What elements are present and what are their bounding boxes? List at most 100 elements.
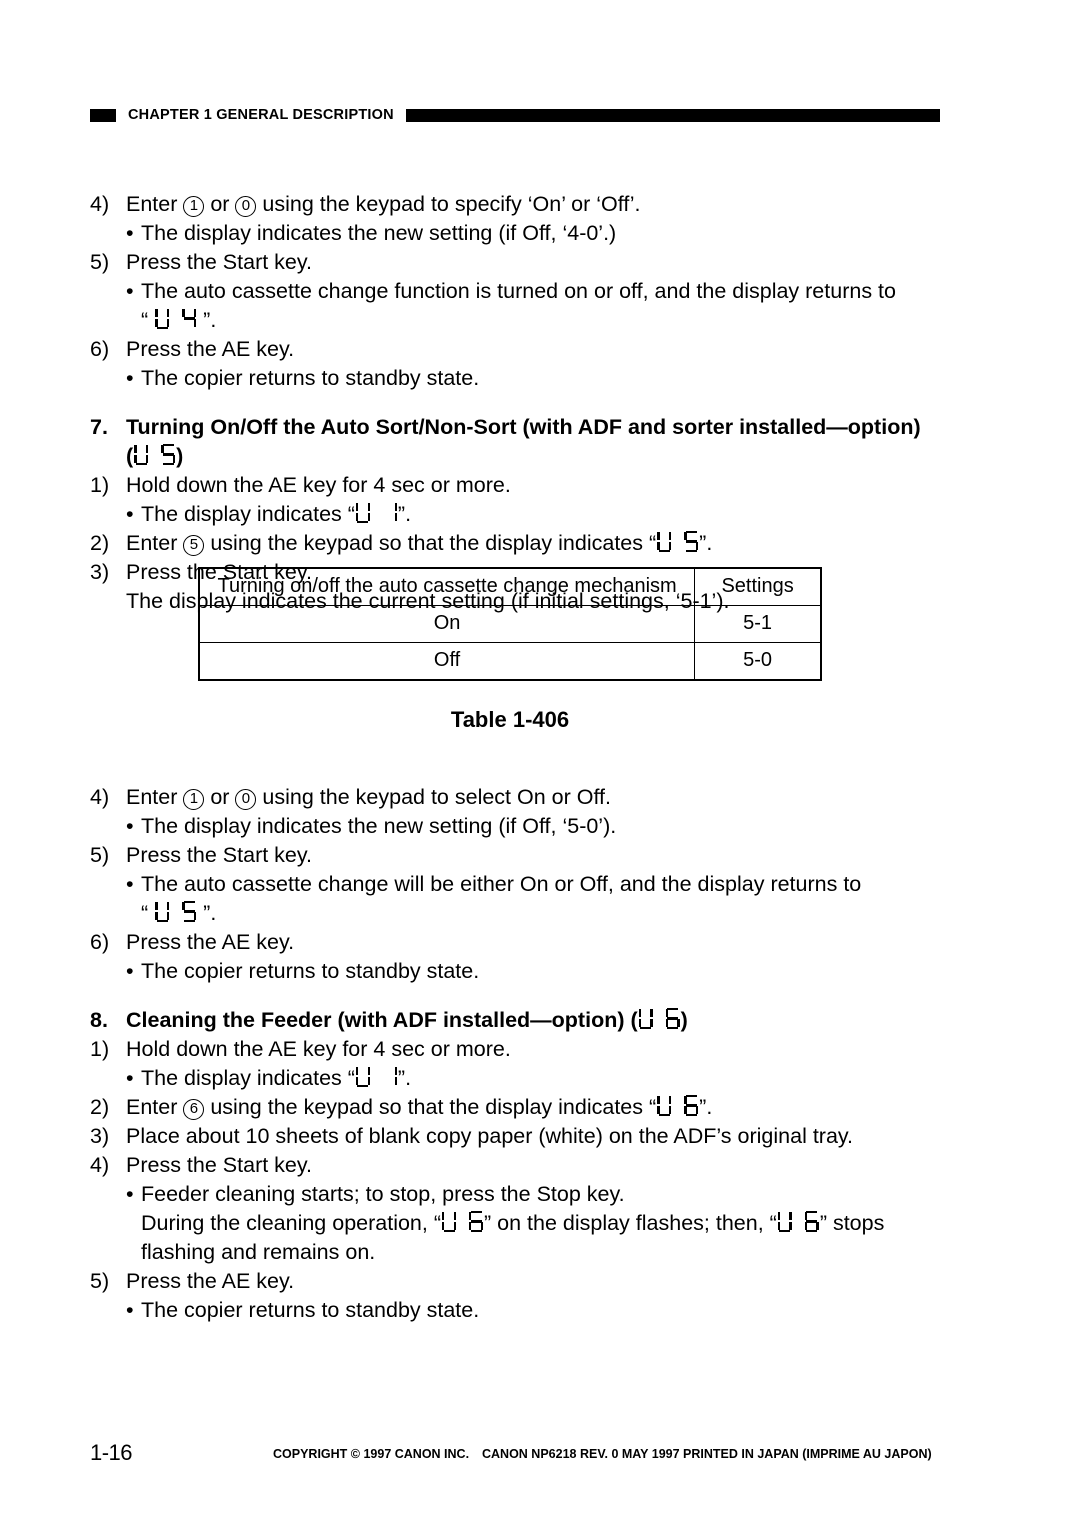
seven-segment-char-U xyxy=(134,444,149,465)
step-number: 1) xyxy=(90,473,110,497)
bullet-text-part: The display indicates “ xyxy=(141,1066,355,1090)
seven-segment-char-U xyxy=(155,308,170,329)
seven-segment-char-5 xyxy=(182,901,197,922)
step-number: 5) xyxy=(90,843,110,867)
bullet-dot-icon: • xyxy=(126,959,134,983)
settings-table: Turning on/off the auto cassette change … xyxy=(198,567,822,681)
step-text: Hold down the AE key for 4 sec or more. xyxy=(126,473,511,497)
section-7-code-line: () xyxy=(126,442,952,471)
table-cell-state: On xyxy=(198,605,696,643)
seven-segment-char-U xyxy=(355,1066,370,1087)
paren-close: ) xyxy=(680,1008,688,1032)
step-text: Press the Start key. xyxy=(126,1153,313,1177)
seven-segment-char-6 xyxy=(684,1095,699,1116)
body-block-upper: 4) Enter 1 or 0 using the keypad to spec… xyxy=(90,190,952,616)
step-text-part: Enter xyxy=(126,531,184,555)
step-text-part: ”. xyxy=(699,531,713,555)
table-cell-setting: 5-0 xyxy=(694,642,822,681)
seven-segment-char-U xyxy=(777,1211,792,1232)
section-title-part: Cleaning the Feeder (with ADF installed—… xyxy=(126,1008,638,1032)
step-continuation-text: During the cleaning operation, “ ” on the… xyxy=(141,1209,952,1238)
table-header-row: Turning on/off the auto cassette change … xyxy=(198,567,822,606)
bullet-dot-icon: • xyxy=(126,221,134,245)
header-square-marker-icon xyxy=(90,108,116,122)
circled-digit-1: 1 xyxy=(183,196,205,217)
seven-segment-display xyxy=(355,1064,398,1093)
step-item: 2) Enter 6 using the keypad so that the … xyxy=(90,1093,952,1122)
step-text-part: Enter xyxy=(126,192,184,216)
seven-segment-char-4 xyxy=(182,308,197,329)
bullet-text: The display indicates “ ”. xyxy=(141,500,952,529)
paren-close: ) xyxy=(176,444,184,468)
table-column-header-settings: Settings xyxy=(694,567,822,606)
page-footer: 1-16 COPYRIGHT © 1997 CANON INC. CANON N… xyxy=(90,1440,952,1465)
step-text: Enter 1 or 0 using the keypad to specify… xyxy=(126,190,952,219)
step-item: 6) Press the AE key. xyxy=(90,928,952,957)
step-text: Enter 6 using the keypad so that the dis… xyxy=(126,1093,952,1122)
continuation-part: ” stops xyxy=(819,1211,885,1235)
step-text-part: or xyxy=(204,785,236,809)
step-item: 1) Hold down the AE key for 4 sec or mor… xyxy=(90,471,952,500)
step-number: 5) xyxy=(90,1269,110,1293)
seven-segment-char-5 xyxy=(684,531,699,552)
step-text-part: using the keypad so that the display ind… xyxy=(204,531,657,555)
table-cell-state: Off xyxy=(198,642,696,681)
step-text-part: or xyxy=(204,192,236,216)
step-text: Press the AE key. xyxy=(126,930,295,954)
seven-segment-char-6 xyxy=(469,1211,483,1232)
seven-segment-char-U xyxy=(155,901,170,922)
section-8-heading: 8. Cleaning the Feeder (with ADF install… xyxy=(90,1006,952,1035)
step-number: 4) xyxy=(90,785,110,809)
step-item: 5) Press the Start key. xyxy=(90,248,952,277)
bullet-text: The copier returns to standby state. xyxy=(141,1298,480,1322)
bullet-text: The display indicates the new setting (i… xyxy=(141,221,617,245)
seven-segment-char-6 xyxy=(804,1211,819,1232)
copyright-notice: COPYRIGHT © 1997 CANON INC. xyxy=(273,1447,470,1461)
circled-digit-5: 5 xyxy=(183,535,205,556)
bullet-dot-icon: • xyxy=(126,502,134,526)
section-title: Cleaning the Feeder (with ADF installed—… xyxy=(126,1006,952,1035)
bullet-dot-icon: • xyxy=(126,1066,134,1090)
section-7-heading: 7. Turning On/Off the Auto Sort/Non-Sort… xyxy=(90,413,952,442)
seven-segment-char-U xyxy=(355,502,370,523)
step-item: 4) Enter 1 or 0 using the keypad to spec… xyxy=(90,190,952,219)
bullet-text: The auto cassette change will be either … xyxy=(141,872,862,896)
open-quote: “ xyxy=(141,901,149,925)
open-quote: “ xyxy=(141,308,149,332)
seven-segment-char-1 xyxy=(383,502,397,523)
bullet-item: • The auto cassette change will be eithe… xyxy=(126,870,952,899)
seven-segment-char-U xyxy=(442,1211,456,1232)
bullet-dot-icon: • xyxy=(126,1182,134,1206)
step-number: 1) xyxy=(90,1037,110,1061)
seven-segment-display xyxy=(133,442,176,471)
seven-segment-display xyxy=(656,1093,699,1122)
period: . xyxy=(210,901,217,925)
header-rule xyxy=(405,108,940,122)
step-item: 3) Place about 10 sheets of blank copy p… xyxy=(90,1122,952,1151)
step-item: 4) Press the Start key. xyxy=(90,1151,952,1180)
step-text: Press the Start key. xyxy=(126,250,313,274)
step-text-part: Enter xyxy=(126,1095,184,1119)
display-code-line: “ ”. xyxy=(141,899,952,928)
section-number: 7. xyxy=(90,415,108,439)
seven-segment-display xyxy=(355,500,398,529)
seven-segment-display xyxy=(777,1209,820,1238)
table-1-406: Turning on/off the auto cassette change … xyxy=(198,567,822,681)
section-number: 8. xyxy=(90,1008,108,1032)
bullet-item: • The display indicates the new setting … xyxy=(126,219,952,248)
table-row: On 5-1 xyxy=(198,605,822,643)
bullet-item: • The auto cassette change function is t… xyxy=(126,277,952,306)
seven-segment-display xyxy=(656,529,699,558)
step-text: Press the AE key. xyxy=(126,337,295,361)
step-item: 5) Press the Start key. xyxy=(90,841,952,870)
bullet-dot-icon: • xyxy=(126,872,134,896)
seven-segment-char-U xyxy=(657,531,672,552)
circled-digit-6: 6 xyxy=(183,1099,205,1120)
chapter-label: CHAPTER 1 GENERAL DESCRIPTION xyxy=(128,106,394,123)
bullet-item: • The display indicates “ ”. xyxy=(126,500,952,529)
step-item: 2) Enter 5 using the keypad so that the … xyxy=(90,529,952,558)
bullet-item: • The display indicates “ ”. xyxy=(126,1064,952,1093)
seven-segment-display xyxy=(154,899,197,928)
seven-segment-char-5 xyxy=(161,444,176,465)
bullet-dot-icon: • xyxy=(126,814,134,838)
